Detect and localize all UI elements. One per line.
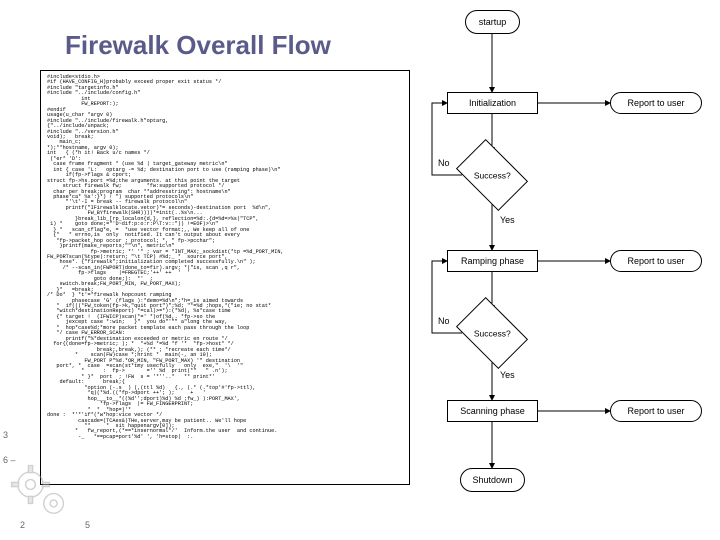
label: Report to user xyxy=(627,256,684,266)
label: Initialization xyxy=(469,98,516,108)
label: Success? xyxy=(474,328,511,338)
node-initialization: Initialization xyxy=(447,92,538,114)
axis-tick-6: 6 – xyxy=(3,455,16,465)
flowchart: startup Initialization Report to user Su… xyxy=(420,0,720,540)
label-no-2: No xyxy=(438,316,450,326)
label: Scanning phase xyxy=(460,406,525,416)
node-ramping: Ramping phase xyxy=(447,250,538,272)
axis-tick-2: 2 xyxy=(20,520,25,530)
node-startup: startup xyxy=(465,10,520,34)
code-listing: #include<stdio.h> #if (HAVE_CONFIG_H)pro… xyxy=(40,70,410,485)
label: Report to user xyxy=(627,98,684,108)
axis-tick-5: 5 xyxy=(85,520,90,530)
node-shutdown: Shutdown xyxy=(460,468,525,492)
label: Shutdown xyxy=(472,475,512,485)
node-report-2: Report to user xyxy=(610,250,702,272)
node-scanning: Scanning phase xyxy=(447,400,538,422)
label: Ramping phase xyxy=(461,256,524,266)
label: Success? xyxy=(474,170,511,180)
label: Report to user xyxy=(627,406,684,416)
label-yes-2: Yes xyxy=(500,370,515,380)
label: startup xyxy=(479,17,507,27)
label-no-1: No xyxy=(438,158,450,168)
page-title: Firewalk Overall Flow xyxy=(65,30,331,61)
node-report-3: Report to user xyxy=(610,400,702,422)
node-report-1: Report to user xyxy=(610,92,702,114)
axis-tick-3: 3 xyxy=(3,430,8,440)
gear-icon xyxy=(6,460,76,530)
label-yes-1: Yes xyxy=(500,215,515,225)
